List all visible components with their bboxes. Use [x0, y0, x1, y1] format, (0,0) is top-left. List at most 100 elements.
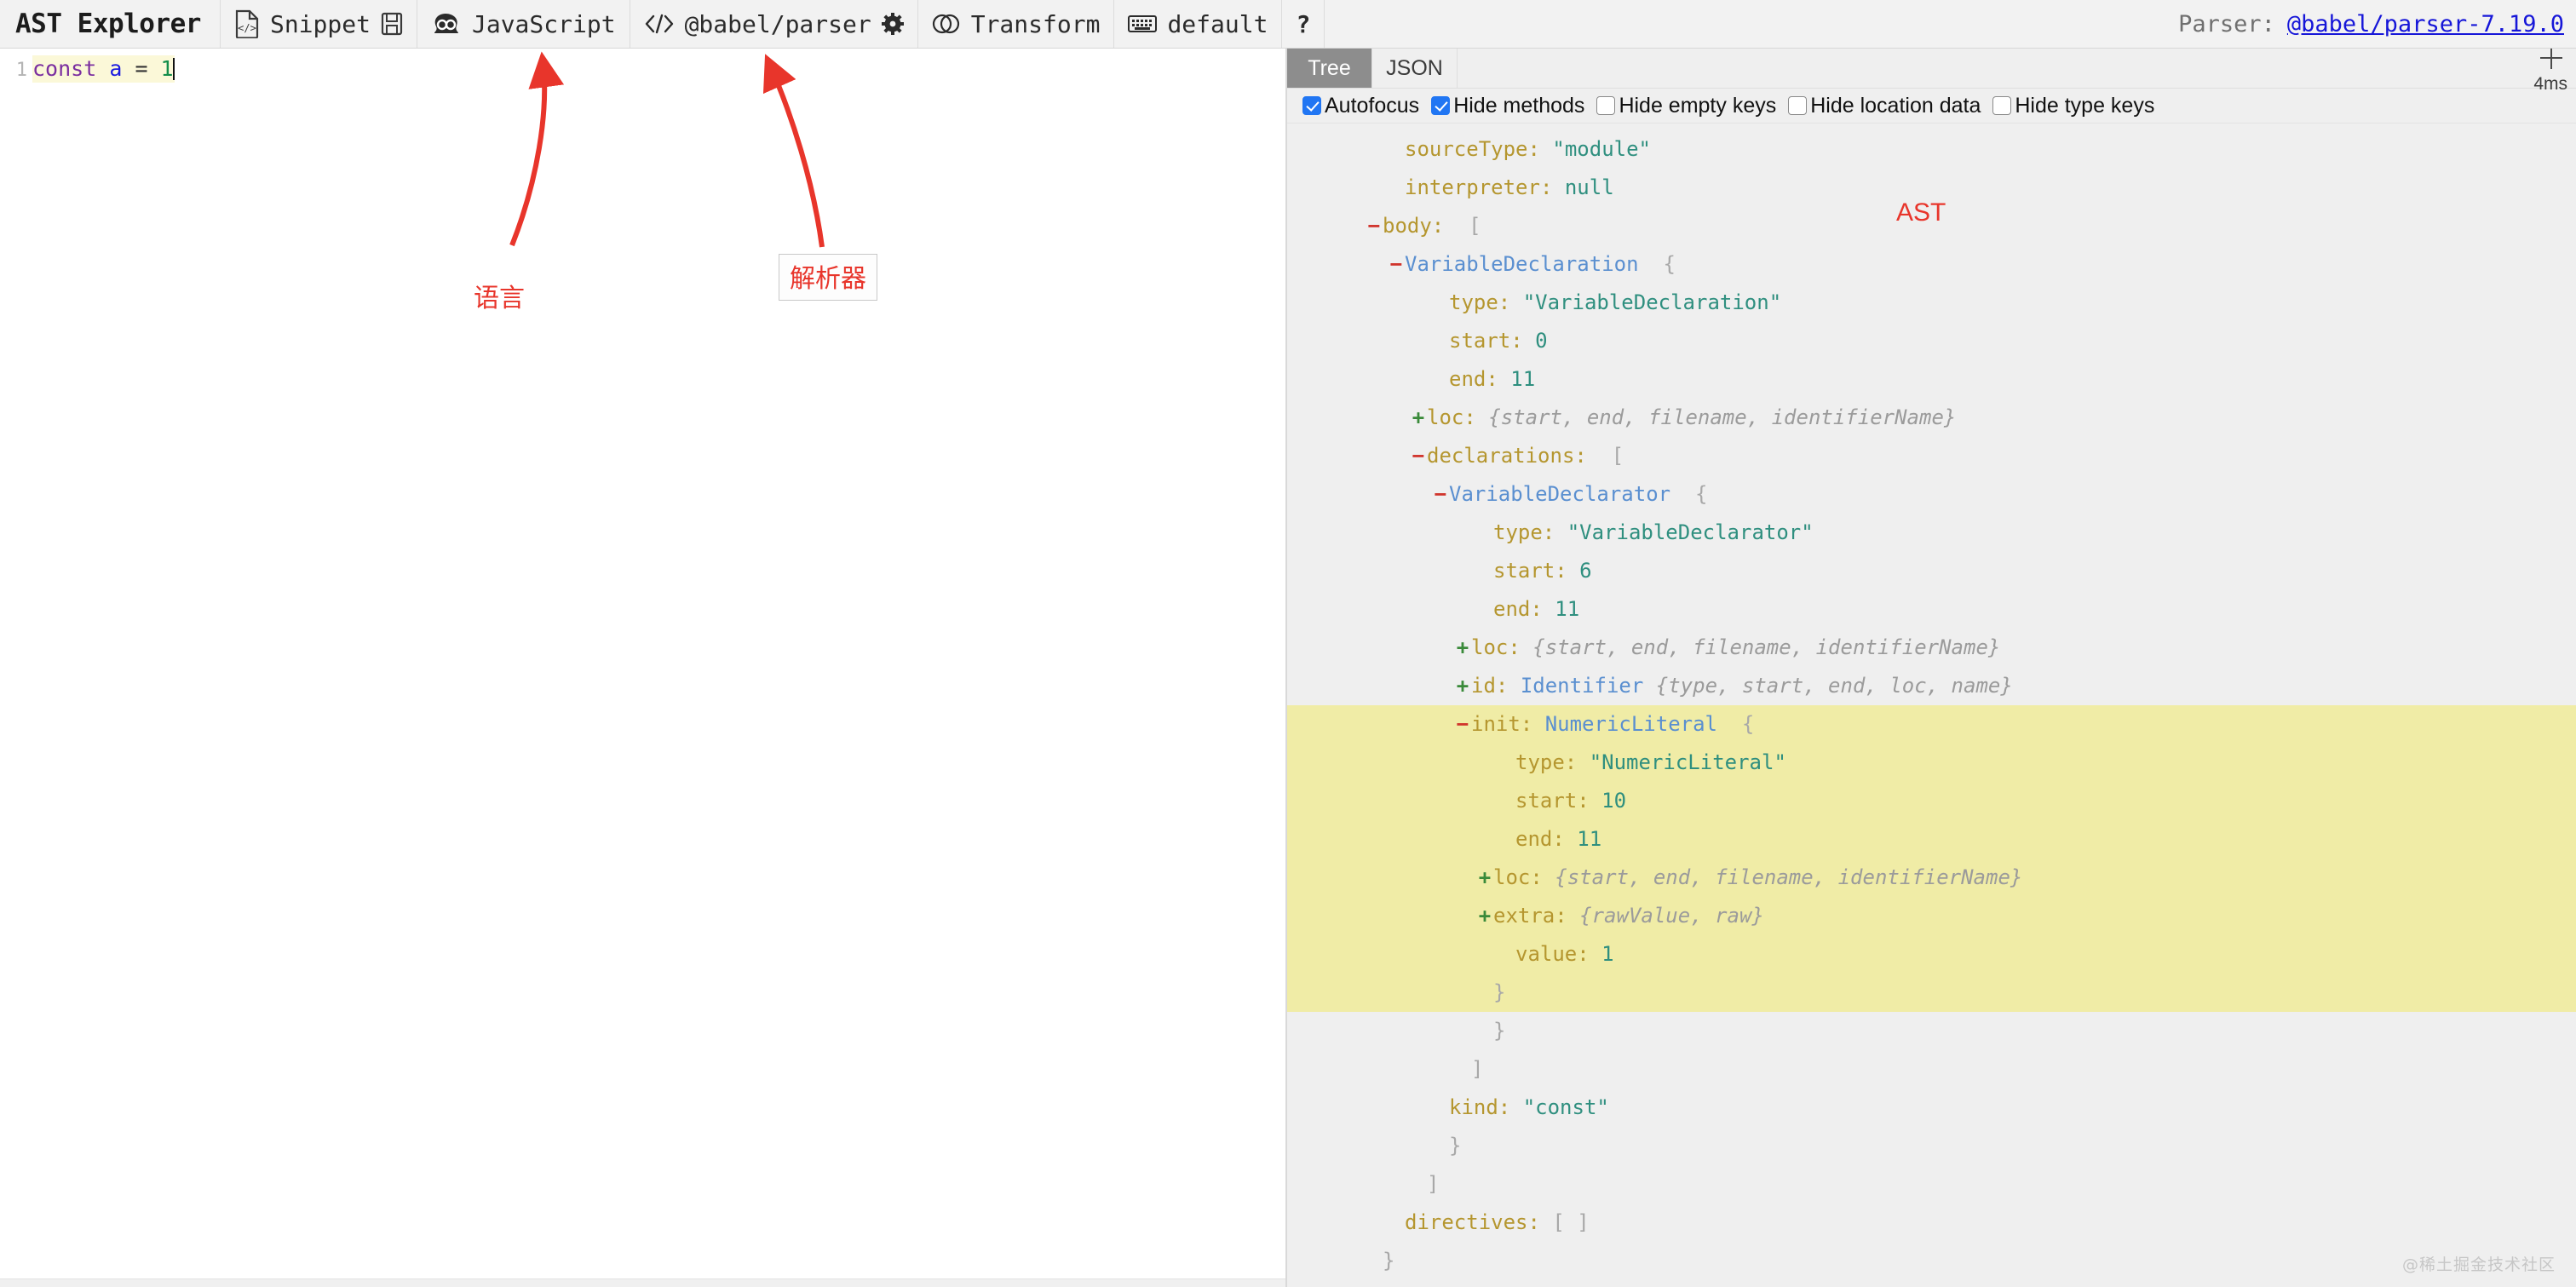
ast-space	[1717, 712, 1742, 736]
save-icon[interactable]	[381, 12, 403, 36]
expand-toggle-icon[interactable]: +	[1454, 667, 1471, 705]
ast-tree-line[interactable]: }	[1287, 1127, 2576, 1165]
add-pane-icon[interactable]	[2540, 49, 2562, 69]
toggle-spacer	[1366, 1242, 1383, 1280]
ast-tree-line[interactable]: end: 11	[1287, 590, 2576, 629]
ast-tree-line[interactable]: − body: [	[1287, 207, 2576, 245]
ast-tree[interactable]: AST sourceType: "module" interpreter: nu…	[1287, 124, 2576, 1282]
ast-key: value	[1515, 942, 1578, 966]
ast-tree-line[interactable]: ]	[1287, 1165, 2576, 1204]
ast-tree-line[interactable]: kind: "const"	[1287, 1089, 2576, 1127]
ast-tree-line[interactable]: type: "VariableDeclaration"	[1287, 284, 2576, 322]
toggle-spacer	[1498, 744, 1515, 782]
ast-tree-line[interactable]: interpreter: null	[1287, 169, 2576, 207]
code-content[interactable]: const a = 1	[32, 55, 175, 83]
ast-separator: :	[1498, 290, 1523, 314]
ast-node-type[interactable]: Identifier	[1521, 674, 1644, 698]
toggle-spacer	[1498, 935, 1515, 974]
ast-tree-line[interactable]: − init: NumericLiteral {	[1287, 705, 2576, 744]
ast-node-type[interactable]: VariableDeclarator	[1449, 482, 1670, 506]
tab-json[interactable]: JSON	[1372, 49, 1458, 88]
ast-tree-line[interactable]: − declarations: [	[1287, 437, 2576, 475]
ast-tree-line[interactable]: start: 0	[1287, 322, 2576, 360]
toggle-spacer	[1454, 1050, 1471, 1089]
ast-separator: :	[1530, 865, 1555, 889]
ast-tree-line[interactable]: end: 11	[1287, 820, 2576, 859]
ast-tree-line[interactable]: + extra: {rawValue, raw}	[1287, 897, 2576, 935]
ast-tree-line[interactable]: + loc: {start, end, filename, identifierN…	[1287, 629, 2576, 667]
code-document-icon: </>	[234, 9, 260, 38]
hide-location-data-checkbox[interactable]	[1788, 96, 1808, 115]
collapse-toggle-icon[interactable]: −	[1366, 207, 1383, 245]
expand-toggle-icon[interactable]: +	[1476, 859, 1493, 897]
toggle-spacer	[1410, 1165, 1427, 1204]
ast-key: directives	[1405, 1210, 1528, 1234]
ast-separator: :	[1527, 1210, 1553, 1234]
ast-tree-line[interactable]: type: "NumericLiteral"	[1287, 744, 2576, 782]
collapse-toggle-icon[interactable]: −	[1388, 245, 1405, 284]
code-editor-pane[interactable]: 1 const a = 1	[0, 49, 1285, 1287]
ast-tree-line[interactable]: start: 10	[1287, 782, 2576, 820]
ast-value: 1	[1601, 942, 1614, 966]
expand-toggle-icon[interactable]: +	[1476, 897, 1493, 935]
editor-horizontal-scrollbar[interactable]	[0, 1278, 1285, 1287]
gear-icon[interactable]	[881, 13, 904, 35]
option-hide-methods[interactable]: Hide methods	[1431, 94, 1584, 118]
parser-selector[interactable]: @babel/parser	[630, 0, 918, 48]
snippet-menu[interactable]: </> Snippet	[221, 0, 417, 48]
ast-key: interpreter	[1405, 175, 1540, 199]
ast-space	[1639, 252, 1664, 276]
autofocus-checkbox[interactable]	[1302, 96, 1321, 115]
ast-tree-line[interactable]: ]	[1287, 1050, 2576, 1089]
collapse-toggle-icon[interactable]: −	[1454, 705, 1471, 744]
ast-tree-line[interactable]: start: 6	[1287, 552, 2576, 590]
keymap-selector[interactable]: default	[1114, 0, 1283, 48]
hide-empty-keys-checkbox[interactable]	[1596, 96, 1616, 115]
ast-tree-line[interactable]: + loc: {start, end, filename, identifierN…	[1287, 859, 2576, 897]
option-hide-type-keys[interactable]: Hide type keys	[1992, 94, 2154, 118]
ast-tree-line[interactable]: sourceType: "module"	[1287, 130, 2576, 169]
hide-empty-keys-label: Hide empty keys	[1619, 93, 1777, 118]
expand-toggle-icon[interactable]: +	[1410, 399, 1427, 437]
hide-type-keys-checkbox[interactable]	[1992, 96, 2012, 115]
ast-tree-line[interactable]: + id: Identifier {type, start, end, loc, …	[1287, 667, 2576, 705]
collapse-toggle-icon[interactable]: −	[1432, 475, 1449, 514]
ast-value: 0	[1535, 329, 1548, 353]
option-hide-empty-keys[interactable]: Hide empty keys	[1596, 94, 1776, 118]
parser-version-link[interactable]: @babel/parser-7.19.0	[2287, 11, 2564, 37]
ast-tree-line[interactable]: + loc: {start, end, filename, identifierN…	[1287, 399, 2576, 437]
ast-tree-line[interactable]: comments: [ ]	[1287, 1280, 2576, 1282]
toggle-spacer	[1343, 1280, 1360, 1282]
parse-timing-label: 4ms	[2533, 74, 2567, 94]
tab-tree[interactable]: Tree	[1287, 49, 1372, 88]
ast-tree-line[interactable]: end: 11	[1287, 360, 2576, 399]
transform-selector[interactable]: Transform	[918, 0, 1115, 48]
ast-tree-line[interactable]: type: "VariableDeclarator"	[1287, 514, 2576, 552]
ast-tree-line[interactable]: directives: [ ]	[1287, 1204, 2576, 1242]
ast-tree-line[interactable]: }	[1287, 1012, 2576, 1050]
option-hide-location-data[interactable]: Hide location data	[1788, 94, 1981, 118]
code-line[interactable]: 1 const a = 1	[0, 49, 1285, 83]
help-button[interactable]: ?	[1282, 0, 1325, 48]
hide-location-data-label: Hide location data	[1810, 93, 1981, 118]
hide-methods-checkbox[interactable]	[1431, 96, 1451, 115]
ast-tree-line[interactable]: }	[1287, 1242, 2576, 1280]
ast-node-type[interactable]: NumericLiteral	[1545, 712, 1717, 736]
collapse-toggle-icon[interactable]: −	[1410, 437, 1427, 475]
ast-node-type[interactable]: VariableDeclaration	[1405, 252, 1639, 276]
ast-output-pane: Tree JSON 4ms Autofocus Hide methods Hid…	[1287, 49, 2576, 1287]
ast-separator: :	[1510, 329, 1536, 353]
ast-tree-line[interactable]: − VariableDeclarator {	[1287, 475, 2576, 514]
expand-toggle-icon[interactable]: +	[1454, 629, 1471, 667]
ast-key: end	[1449, 367, 1486, 391]
language-selector[interactable]: JavaScript	[417, 0, 630, 48]
ast-separator: :	[1498, 1095, 1523, 1119]
ast-tree-line[interactable]: − VariableDeclaration {	[1287, 245, 2576, 284]
ast-tree-line[interactable]: }	[1287, 974, 2576, 1012]
option-autofocus[interactable]: Autofocus	[1302, 94, 1419, 118]
toggle-spacer	[1476, 590, 1493, 629]
ast-value: }	[1449, 1134, 1462, 1158]
ast-value: [	[1611, 444, 1624, 468]
ast-tree-line[interactable]: value: 1	[1287, 935, 2576, 974]
ast-separator: :	[1577, 789, 1602, 813]
